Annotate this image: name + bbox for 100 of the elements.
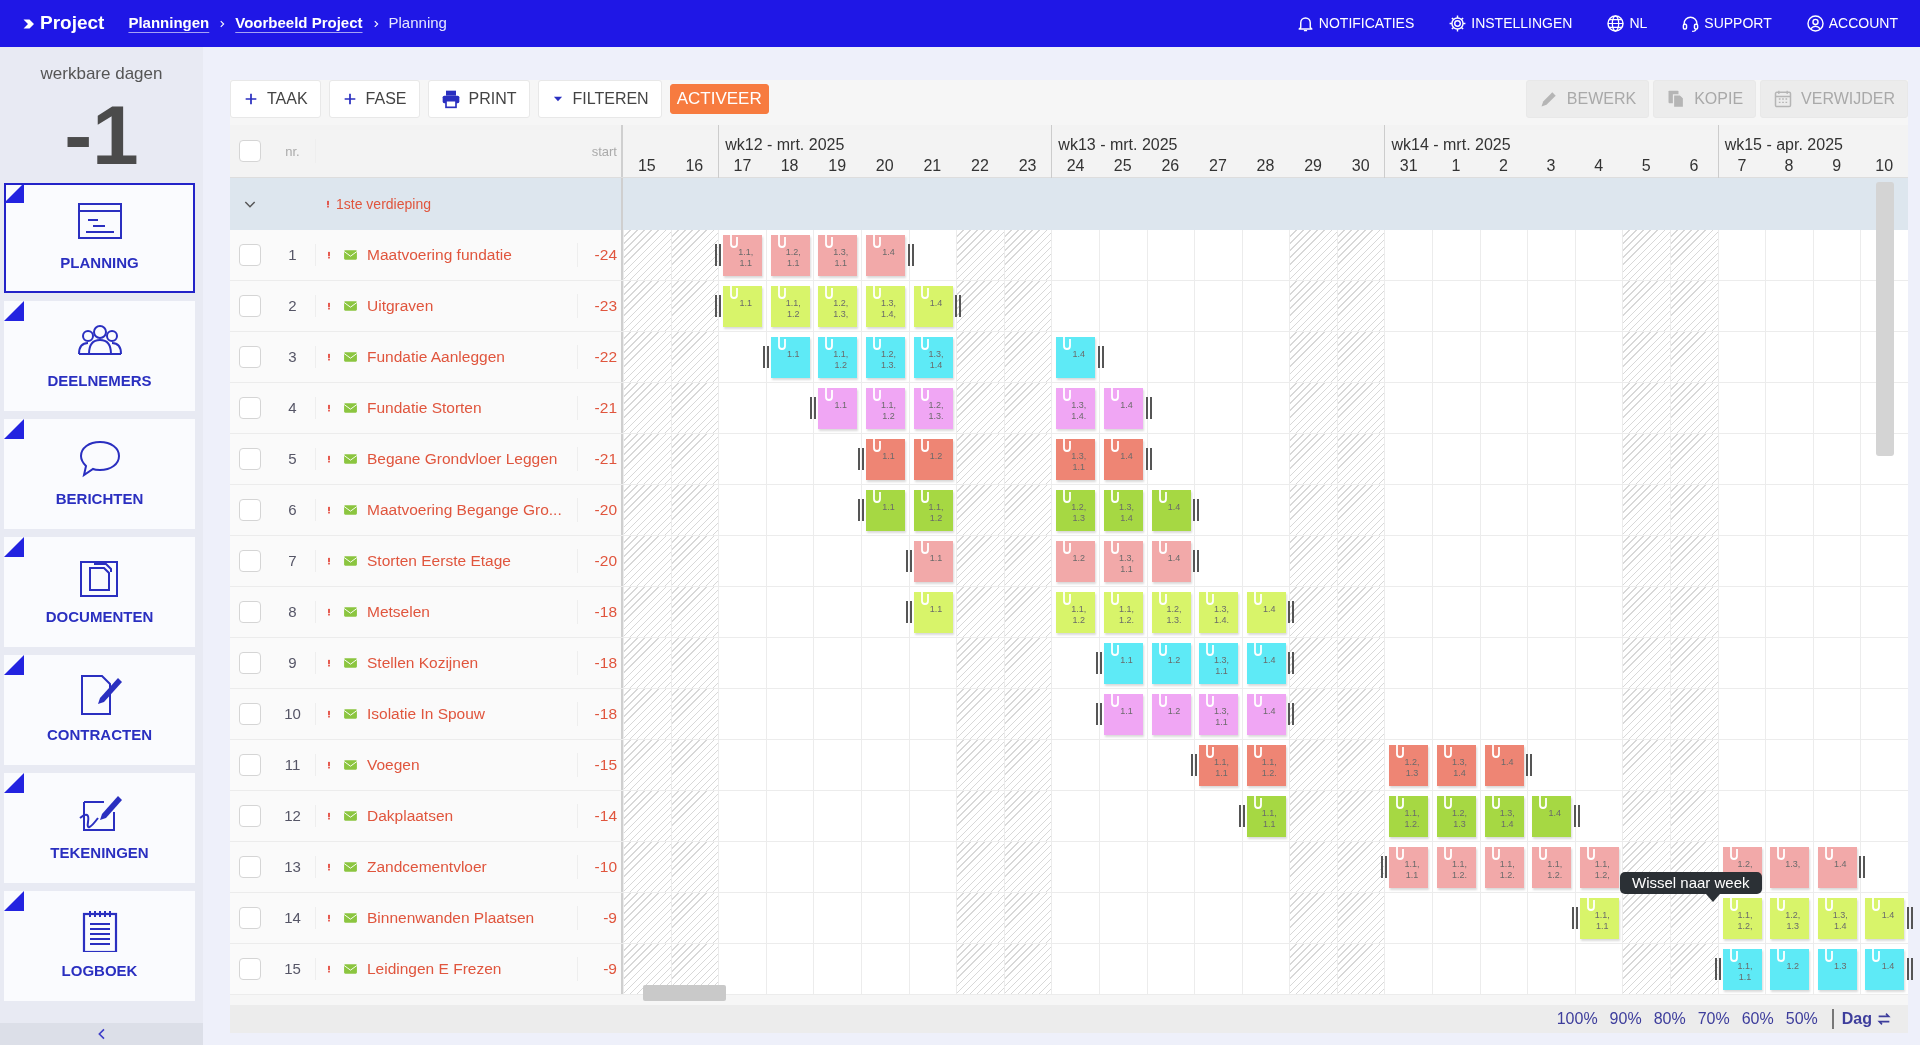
sticky-note[interactable]: 1.3, 1.4 (1817, 898, 1857, 939)
sticky-note[interactable]: 1.4 (1103, 439, 1143, 480)
sticky-note[interactable]: 1.2 (1151, 694, 1191, 735)
logo-text[interactable]: Project (40, 9, 105, 38)
toolbar-button[interactable]: ACTIVEER (669, 84, 769, 114)
sidebar-item[interactable]: TEKENINGEN (4, 772, 195, 883)
task-name[interactable]: Maatvoering Begange Gro... (367, 498, 562, 522)
task-name[interactable]: Voegen (367, 753, 420, 777)
sticky-note[interactable]: 1.3, 1.4. (1056, 388, 1096, 429)
sticky-note[interactable]: 1.4 (1056, 337, 1096, 378)
toolbar-button[interactable]: TAAK (230, 80, 321, 118)
sidebar-item[interactable]: LOGBOEK (4, 890, 195, 1001)
sticky-note[interactable]: 1.2 (1770, 949, 1810, 990)
sticky-note[interactable]: 1.3, 1.4, (865, 286, 905, 327)
sidebar-item[interactable]: BERICHTEN (4, 418, 195, 529)
sticky-note[interactable]: 1.1, 1.2. (1532, 847, 1572, 888)
breadcrumb-current[interactable]: Planning (388, 12, 447, 35)
sticky-note[interactable]: 1.4 (1246, 694, 1286, 735)
sticky-note[interactable]: 1.2 (913, 439, 953, 480)
task-name[interactable]: Stellen Kozijnen (367, 651, 479, 675)
toolbar-button[interactable]: FASE (328, 80, 420, 118)
sticky-note[interactable]: 1.4 (1865, 898, 1905, 939)
sidebar-item[interactable]: CONTRACTEN (4, 654, 195, 765)
sticky-note[interactable]: 1.3, (1770, 847, 1810, 888)
task-name[interactable]: Binnenwanden Plaatsen (367, 906, 535, 930)
task-row[interactable]: 4 Fundatie Storten -21 1.1 1.1, 1.2 1.2, 1.3. 1.3, 1.4. 1.4 (230, 383, 1908, 434)
task-row[interactable]: 2 Uitgraven -23 1.1 1.1, 1.2 1.2, 1.3, 1.3, 1.4, 1.4 (230, 281, 1908, 332)
sticky-note[interactable]: 1.3, 1.4 (1437, 745, 1477, 786)
zoom-option[interactable]: 70% (1691, 1007, 1736, 1031)
sticky-note[interactable]: 1.1 (865, 490, 905, 531)
zoom-option[interactable]: 90% (1603, 1007, 1648, 1031)
sticky-note[interactable]: 1.4 (1246, 592, 1286, 633)
sticky-note[interactable]: 1.1, 1.2, (1579, 847, 1619, 888)
sticky-note[interactable]: 1.1 (770, 337, 810, 378)
task-row[interactable]: 3 Fundatie Aanleggen -22 1.1 1.1, 1.2 1.2, 1.3. 1.3, 1.4 1.4 (230, 332, 1908, 383)
sticky-note[interactable]: 1.1 (723, 286, 763, 327)
task-row[interactable]: 8 Metselen -18 1.1 1.1, 1.2 1.1, 1.2. 1.2, 1.3. 1.3, 1.4. 1.4 (230, 587, 1908, 638)
sidebar-item[interactable]: DOCUMENTEN (4, 536, 195, 647)
sticky-note[interactable]: 1.2, 1.3 (1056, 490, 1096, 531)
sticky-note[interactable]: 1.3, 1.4 (913, 337, 953, 378)
task-row[interactable]: 11 Voegen -15 1.1, 1.1 1.1, 1.2. 1.2, 1.3 1.3, 1.4 1.4 (230, 740, 1908, 791)
toolbar-button[interactable]: FILTEREN (537, 80, 662, 118)
sticky-note[interactable]: 1.2 (1056, 541, 1096, 582)
sticky-note[interactable]: 1.1 (1103, 694, 1143, 735)
task-name[interactable]: Zandcementvloer (367, 855, 487, 879)
zoom-option[interactable]: 100% (1550, 1007, 1604, 1031)
view-toggle[interactable]: Dag (1841, 1007, 1892, 1031)
task-name[interactable]: Metselen (367, 600, 430, 624)
sticky-note[interactable]: 1.1, 1.2 (770, 286, 810, 327)
sticky-note[interactable]: 1.1, 1.2. (1484, 847, 1524, 888)
task-name[interactable]: Begane Grondvloer Leggen (367, 447, 558, 471)
task-name[interactable]: Isolatie In Spouw (367, 702, 486, 726)
sticky-note[interactable]: 1.2, 1.3. (865, 337, 905, 378)
sticky-note[interactable]: 1.2, 1.3. (913, 388, 953, 429)
sticky-note[interactable]: 1.4 (1817, 847, 1857, 888)
sticky-note[interactable]: 1.1 (865, 439, 905, 480)
sticky-note[interactable]: 1.3, 1.4 (1103, 490, 1143, 531)
zoom-option[interactable]: 50% (1779, 1007, 1824, 1031)
sticky-note[interactable]: 1.1, 1.1 (723, 235, 763, 276)
sticky-note[interactable]: 1.2, 1.3 (1437, 796, 1477, 837)
sticky-note[interactable]: 1.1, 1.2. (1246, 745, 1286, 786)
sticky-note[interactable]: 1.4 (1246, 643, 1286, 684)
top-menu-item[interactable]: NOTIFICATIES (1295, 13, 1415, 34)
sticky-note[interactable]: 1.1, 1.2 (865, 388, 905, 429)
sticky-note[interactable]: 1.4 (1103, 388, 1143, 429)
sticky-note[interactable]: 1.3, 1.1 (1056, 439, 1096, 480)
sticky-note[interactable]: 1.1, 1.1 (1579, 898, 1619, 939)
sticky-note[interactable]: 1.2, 1.3 (1389, 745, 1429, 786)
sidebar-item[interactable]: PLANNING (4, 182, 195, 293)
sticky-note[interactable]: 1.4 (1484, 745, 1524, 786)
sticky-note[interactable]: 1.1, 1.2. (1389, 796, 1429, 837)
zoom-option[interactable]: 60% (1735, 1007, 1780, 1031)
sticky-note[interactable]: 1.1, 1.2. (1437, 847, 1477, 888)
sticky-note[interactable]: 1.1 (1103, 643, 1143, 684)
sticky-note[interactable]: 1.3, 1.4. (1199, 592, 1239, 633)
sticky-note[interactable]: 1.3, 1.1 (1103, 541, 1143, 582)
sticky-note[interactable]: 1.1, 1.1 (1199, 745, 1239, 786)
task-name[interactable]: Fundatie Storten (367, 396, 482, 420)
breadcrumb-link[interactable]: Planningen (128, 12, 210, 35)
task-row[interactable]: 6 Maatvoering Begange Gro... -20 1.1 1.1, 1.2 1.2, 1.3 1.3, 1.4 1.4 (230, 485, 1908, 536)
sticky-note[interactable]: 1.1 (818, 388, 858, 429)
sticky-note[interactable]: 1.2, 1.3. (1151, 592, 1191, 633)
toolbar-button[interactable]: PRINT (427, 80, 530, 118)
sticky-note[interactable]: 1.1, 1.1 (1389, 847, 1429, 888)
sticky-note[interactable]: 1.1, 1.1 (1246, 796, 1286, 837)
sticky-note[interactable]: 1.3, 1.1 (1199, 694, 1239, 735)
task-row[interactable]: 1 Maatvoering fundatie -24 1.1, 1.1 1.2, 1.1 1.3, 1.1 1.4 (230, 230, 1908, 281)
sticky-note[interactable]: 1.4 (1532, 796, 1572, 837)
task-name[interactable]: Maatvoering fundatie (367, 243, 512, 267)
sidebar-item[interactable]: DEELNEMERS (4, 300, 195, 411)
top-menu-item[interactable]: ACCOUNT (1805, 13, 1898, 34)
task-row[interactable]: 12 Dakplaatsen -14 1.1, 1.1 1.1, 1.2. 1.2, 1.3 1.3, 1.4 1.4 (230, 791, 1908, 842)
sticky-note[interactable]: 1.4 (1151, 541, 1191, 582)
sticky-note[interactable]: 1.3, 1.1 (818, 235, 858, 276)
task-name[interactable]: Fundatie Aanleggen (367, 345, 505, 369)
task-row[interactable]: 7 Storten Eerste Etage -20 1.1 1.2 1.3, 1.1 1.4 (230, 536, 1908, 587)
task-name[interactable]: Storten Eerste Etage (367, 549, 511, 573)
sticky-note[interactable]: 1.3, 1.4 (1484, 796, 1524, 837)
zoom-option[interactable]: 80% (1647, 1007, 1692, 1031)
sticky-note[interactable]: 1.3 (1817, 949, 1857, 990)
